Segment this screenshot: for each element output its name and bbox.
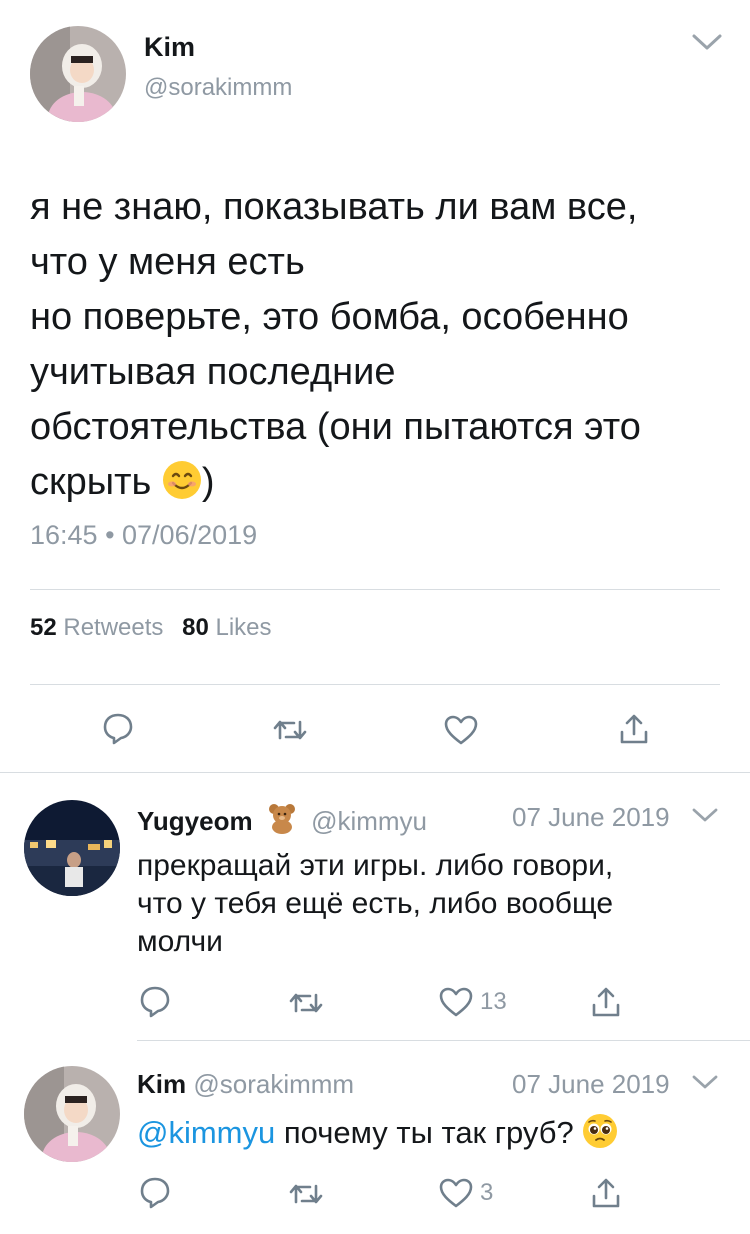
share-icon xyxy=(618,712,650,746)
author-name[interactable]: Kim xyxy=(144,32,195,63)
divider xyxy=(30,684,720,685)
heart-icon xyxy=(438,986,474,1018)
reply-avatar[interactable] xyxy=(24,1066,120,1162)
tweet-text: я не знаю, показывать ли вам все, что у … xyxy=(30,180,641,516)
chevron-down-icon[interactable] xyxy=(690,804,720,831)
share-icon xyxy=(590,1176,622,1210)
reply-author-handle[interactable]: @sorakimmm xyxy=(193,1069,354,1099)
reply-date[interactable]: 07 June 2019 xyxy=(512,1069,670,1100)
teddy-bear-emoji xyxy=(266,802,298,841)
retweets-stat[interactable]: 52 Retweets xyxy=(30,614,170,641)
divider xyxy=(30,589,720,590)
reply-author-name[interactable]: Kim xyxy=(137,1069,186,1099)
reply-icon xyxy=(139,985,171,1019)
divider xyxy=(0,772,750,773)
tweet-text-line: что у меня есть xyxy=(30,241,305,283)
reply-author-name[interactable]: Yugyeom xyxy=(137,806,253,836)
likes-stat[interactable]: 80 Likes xyxy=(182,614,271,641)
likes-count: 80 xyxy=(182,614,209,641)
retweets-count: 52 xyxy=(30,614,57,641)
chevron-down-icon[interactable] xyxy=(690,1071,720,1098)
retweet-icon xyxy=(288,1180,324,1208)
reply-avatar[interactable] xyxy=(24,800,120,896)
like-button[interactable] xyxy=(443,714,479,746)
reply-text: @kimmyu почему ты так груб? xyxy=(137,1113,618,1159)
retweet-icon xyxy=(288,989,324,1017)
likes-label: Likes xyxy=(215,614,272,641)
retweet-icon xyxy=(272,716,308,744)
reply-icon xyxy=(139,1176,171,1210)
retweet-button[interactable] xyxy=(288,1180,324,1208)
heart-icon xyxy=(438,1177,474,1209)
tweet-text-line-last: скрыть ) xyxy=(30,455,641,516)
retweet-button[interactable] xyxy=(272,716,308,744)
chevron-down-icon[interactable] xyxy=(690,30,724,59)
share-button[interactable] xyxy=(590,985,622,1019)
tweet-text-line: скрыть xyxy=(30,461,152,503)
reply-text-line: прекращай эти игры. либо говори, xyxy=(137,849,614,882)
heart-icon xyxy=(443,714,479,746)
share-button[interactable] xyxy=(618,712,650,746)
tweet-text-line: но поверьте, это бомба, особенно xyxy=(30,296,629,338)
reply-author-handle[interactable]: @kimmyu xyxy=(311,806,427,836)
reply-header: Kim @sorakimmm xyxy=(137,1069,354,1100)
reply-text: прекращай эти игры. либо говори, что у т… xyxy=(137,847,613,961)
reply-button[interactable] xyxy=(102,712,134,746)
like-count: 3 xyxy=(480,1179,494,1206)
retweet-button[interactable] xyxy=(288,989,324,1017)
tweet-text-line: учитывая последние xyxy=(30,351,396,393)
reply-button[interactable] xyxy=(139,1176,171,1210)
reply-header: Yugyeom @kimmyu xyxy=(137,802,427,841)
reply-text-line: молчи xyxy=(137,925,223,958)
engagement-stats: 52 Retweets 80 Likes xyxy=(30,614,272,642)
retweets-label: Retweets xyxy=(63,614,164,641)
reply-button[interactable] xyxy=(139,985,171,1019)
pleading-face-emoji xyxy=(582,1113,618,1159)
smiling-face-emoji xyxy=(162,460,202,516)
author-avatar[interactable] xyxy=(30,26,126,122)
tweet-text-end: ) xyxy=(201,461,215,503)
tweet-timestamp[interactable]: 16:45 • 07/06/2019 xyxy=(30,520,257,551)
tweet-text-line: обстоятельства (они пытаются это xyxy=(30,406,641,448)
like-button[interactable]: 3 xyxy=(438,1177,493,1209)
reply-icon xyxy=(102,712,134,746)
share-button[interactable] xyxy=(590,1176,622,1210)
share-icon xyxy=(590,985,622,1019)
reply-date[interactable]: 07 June 2019 xyxy=(512,802,670,833)
divider xyxy=(137,1040,750,1041)
reply-text-body: почему ты так груб? xyxy=(275,1115,583,1150)
reply-text-line: что у тебя ещё есть, либо вообще xyxy=(137,887,614,920)
tweet-text-line: я не знаю, показывать ли вам все, xyxy=(30,186,638,228)
like-button[interactable]: 13 xyxy=(438,986,507,1018)
mention-link[interactable]: @kimmyu xyxy=(137,1115,275,1150)
like-count: 13 xyxy=(480,988,507,1015)
author-handle[interactable]: @sorakimmm xyxy=(144,74,292,102)
